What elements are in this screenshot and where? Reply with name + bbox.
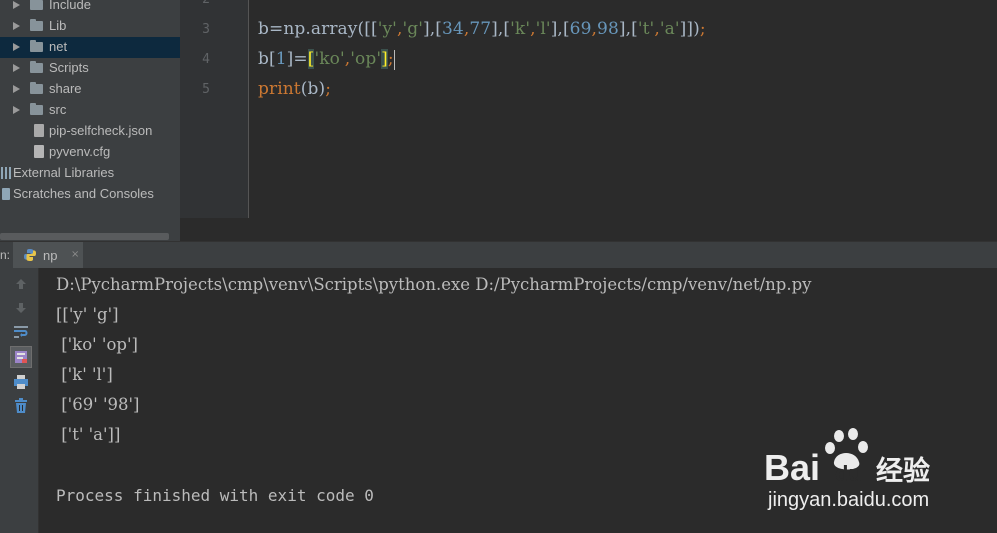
console-exit-line: Process finished with exit code 0 <box>56 486 374 505</box>
string-token: 'k' <box>510 19 531 39</box>
string-token: 'y' <box>377 19 397 39</box>
editor-bottom-strip <box>180 218 997 241</box>
collapsed-arrow-icon[interactable] <box>13 85 20 93</box>
scroll-to-end-icon[interactable] <box>10 346 32 368</box>
console-output-line: ['69' '98'] <box>56 395 140 414</box>
code-token: (b) <box>300 79 326 99</box>
code-token: b=np.array([[ <box>258 19 378 39</box>
tree-item-label: Scratches and Consoles <box>13 186 154 201</box>
tree-item-label: Lib <box>49 18 67 33</box>
tree-item-label: External Libraries <box>13 165 115 180</box>
project-tree: Include Lib net Scripts share src pip-se… <box>0 0 180 241</box>
console-output-line: ['k' 'l'] <box>56 365 113 384</box>
number-token: 69 <box>569 19 592 39</box>
line-number: 2 <box>186 0 210 7</box>
watermark-brand-cn: 经验 <box>876 455 930 487</box>
line-number: 5 <box>202 82 210 97</box>
tree-item-label: Include <box>49 0 91 12</box>
library-icon <box>1 167 11 179</box>
collapsed-arrow-icon[interactable] <box>13 22 20 30</box>
collapsed-arrow-icon[interactable] <box>13 64 20 72</box>
up-arrow-icon[interactable] <box>10 273 32 295</box>
down-arrow-icon[interactable] <box>10 297 32 319</box>
string-token: 'a' <box>659 19 680 39</box>
json-file-icon <box>34 124 44 137</box>
code-line-3[interactable]: b=np.array([['y','g'],[34,77],['k','l'],… <box>258 19 706 39</box>
line-number: 4 <box>202 52 210 67</box>
trash-icon[interactable] <box>10 395 32 417</box>
string-token: 'op' <box>350 49 382 69</box>
tree-item-label: net <box>49 39 68 54</box>
string-token: 'ko' <box>314 49 345 69</box>
tree-item-label: src <box>49 102 67 117</box>
tree-item-pip-selfcheck[interactable]: pip-selfcheck.json <box>0 121 180 142</box>
tree-item-label: Scripts <box>49 60 89 75</box>
run-tab-label: np <box>43 248 58 263</box>
text-caret <box>393 49 395 70</box>
number-token: 98 <box>597 19 619 39</box>
console-output-line: ['ko' 'op'] <box>56 335 138 354</box>
code-line-4[interactable]: b[1]=['ko','op']; <box>258 49 395 70</box>
run-tool-window-header: n: np × <box>0 241 997 270</box>
close-icon[interactable]: × <box>71 249 79 260</box>
number-token: 34 <box>441 19 464 39</box>
semicolon-token: ; <box>699 19 706 39</box>
string-token: 't' <box>637 19 655 39</box>
tree-item-include[interactable]: Include <box>0 0 180 16</box>
code-token: ],[ <box>491 19 511 39</box>
watermark-url: jingyan.baidu.com <box>767 489 929 511</box>
tree-item-pyvenv[interactable]: pyvenv.cfg <box>0 142 180 163</box>
collapsed-arrow-icon[interactable] <box>13 43 20 51</box>
number-token: 77 <box>469 19 492 39</box>
collapsed-arrow-icon[interactable] <box>13 106 20 114</box>
folder-icon <box>30 19 43 31</box>
string-token: 'g' <box>402 19 423 39</box>
code-token: b[ <box>258 49 276 69</box>
python-icon <box>24 249 36 261</box>
collapsed-arrow-icon[interactable] <box>13 1 20 9</box>
tree-item-label: share <box>49 81 82 96</box>
tree-item-external-libraries[interactable]: External Libraries <box>0 163 180 184</box>
semicolon-token: ; <box>325 79 332 99</box>
builtin-token: print <box>258 79 301 99</box>
code-token: ],[ <box>550 19 570 39</box>
code-line-5[interactable]: print(b); <box>258 79 331 99</box>
matched-bracket: ] <box>381 49 388 69</box>
folder-icon <box>30 0 43 10</box>
code-token: ],[ <box>423 19 442 39</box>
tree-item-scripts[interactable]: Scripts <box>0 58 180 79</box>
folder-icon <box>30 82 43 94</box>
watermark-brand-latin: Bai <box>764 447 820 488</box>
folder-icon <box>30 40 43 52</box>
code-token: ],[ <box>618 19 638 39</box>
horizontal-scrollbar[interactable] <box>0 233 169 240</box>
folder-icon <box>30 61 43 73</box>
tree-item-label: pyvenv.cfg <box>49 144 111 159</box>
run-toolbar <box>0 268 39 533</box>
soft-wrap-icon[interactable] <box>10 321 32 343</box>
tree-item-src[interactable]: src <box>0 100 180 121</box>
print-icon[interactable] <box>10 371 32 393</box>
run-window-label: n: <box>0 248 11 262</box>
line-number: 3 <box>202 22 210 37</box>
tree-item-label: pip-selfcheck.json <box>49 123 153 138</box>
code-token: ]= <box>286 49 308 69</box>
config-file-icon <box>34 145 44 158</box>
tree-item-net[interactable]: net <box>0 37 180 58</box>
tree-item-share[interactable]: share <box>0 79 180 100</box>
baidu-jingyan-watermark: Bai du 经验 jingyan.baidu.com <box>764 428 930 511</box>
console-command-line: D:\PycharmProjects\cmp\venv\Scripts\pyth… <box>56 275 812 294</box>
watermark-brand-latin-2: du <box>835 461 862 486</box>
folder-icon <box>30 103 43 115</box>
console-output-line: [['y' 'g'] <box>56 305 119 324</box>
tree-item-lib[interactable]: Lib <box>0 16 180 37</box>
run-tab-np[interactable]: np × <box>13 242 83 269</box>
scratches-icon <box>2 188 10 200</box>
code-token: ]]) <box>679 19 700 39</box>
console-output-line: ['t' 'a']] <box>56 425 121 444</box>
tree-item-scratches[interactable]: Scratches and Consoles <box>0 184 180 205</box>
string-token: 'l' <box>535 19 551 39</box>
number-token: 1 <box>275 49 287 69</box>
